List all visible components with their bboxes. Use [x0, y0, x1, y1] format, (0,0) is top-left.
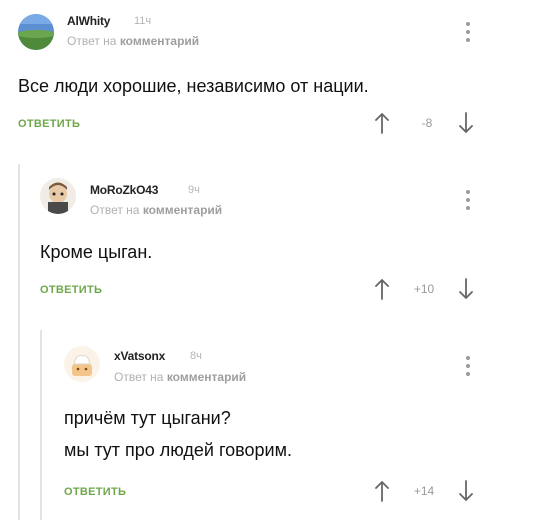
kebab-menu-icon[interactable]: [466, 356, 470, 376]
username[interactable]: MoRoZkO43: [90, 183, 158, 197]
comment-text: причём тут цыгани? мы тут про людей гово…: [64, 404, 292, 464]
comment-text: Кроме цыган.: [40, 238, 152, 266]
comment-text-line: Кроме цыган.: [40, 242, 153, 262]
reply-button[interactable]: ОТВЕТИТЬ: [64, 486, 126, 498]
reply-button[interactable]: ОТВЕТИТЬ: [40, 284, 102, 296]
reply-note: Ответ на комментарий: [67, 34, 199, 48]
comment-text: Все люди хорошие, независимо от нации.: [18, 72, 369, 100]
thread-line: [40, 330, 42, 520]
avatar[interactable]: [18, 14, 54, 50]
vote-score: +10: [413, 282, 435, 296]
avatar[interactable]: [40, 178, 76, 214]
arrow-down-icon[interactable]: [458, 480, 474, 502]
reply-button[interactable]: ОТВЕТИТЬ: [18, 118, 80, 130]
reply-link[interactable]: комментарий: [143, 203, 222, 217]
kebab-menu-icon[interactable]: [466, 22, 470, 42]
arrow-up-icon[interactable]: [374, 480, 390, 502]
reply-prefix: Ответ на: [67, 34, 117, 48]
username[interactable]: xVatsonx: [114, 349, 165, 363]
arrow-down-icon[interactable]: [458, 112, 474, 134]
arrow-up-icon[interactable]: [374, 278, 390, 300]
arrow-up-icon[interactable]: [374, 112, 390, 134]
comment-text-line: Все люди хорошие, независимо от нации.: [18, 76, 369, 96]
reply-prefix: Ответ на: [114, 370, 164, 384]
username[interactable]: AlWhity: [67, 14, 110, 28]
comment-text-line: мы тут про людей говорим.: [64, 440, 292, 460]
reply-link[interactable]: комментарий: [120, 34, 199, 48]
reply-prefix: Ответ на: [90, 203, 140, 217]
reply-note: Ответ на комментарий: [114, 370, 246, 384]
timestamp: 9ч: [188, 184, 200, 196]
comment-text-line: причём тут цыгани?: [64, 408, 231, 428]
thread-line: [18, 164, 20, 520]
timestamp: 11ч: [134, 15, 152, 27]
reply-note: Ответ на комментарий: [90, 203, 222, 217]
avatar[interactable]: [64, 346, 100, 382]
timestamp: 8ч: [190, 350, 202, 362]
kebab-menu-icon[interactable]: [466, 190, 470, 210]
arrow-down-icon[interactable]: [458, 278, 474, 300]
vote-score: +14: [413, 484, 435, 498]
reply-link[interactable]: комментарий: [167, 370, 246, 384]
vote-score: -8: [421, 116, 433, 130]
